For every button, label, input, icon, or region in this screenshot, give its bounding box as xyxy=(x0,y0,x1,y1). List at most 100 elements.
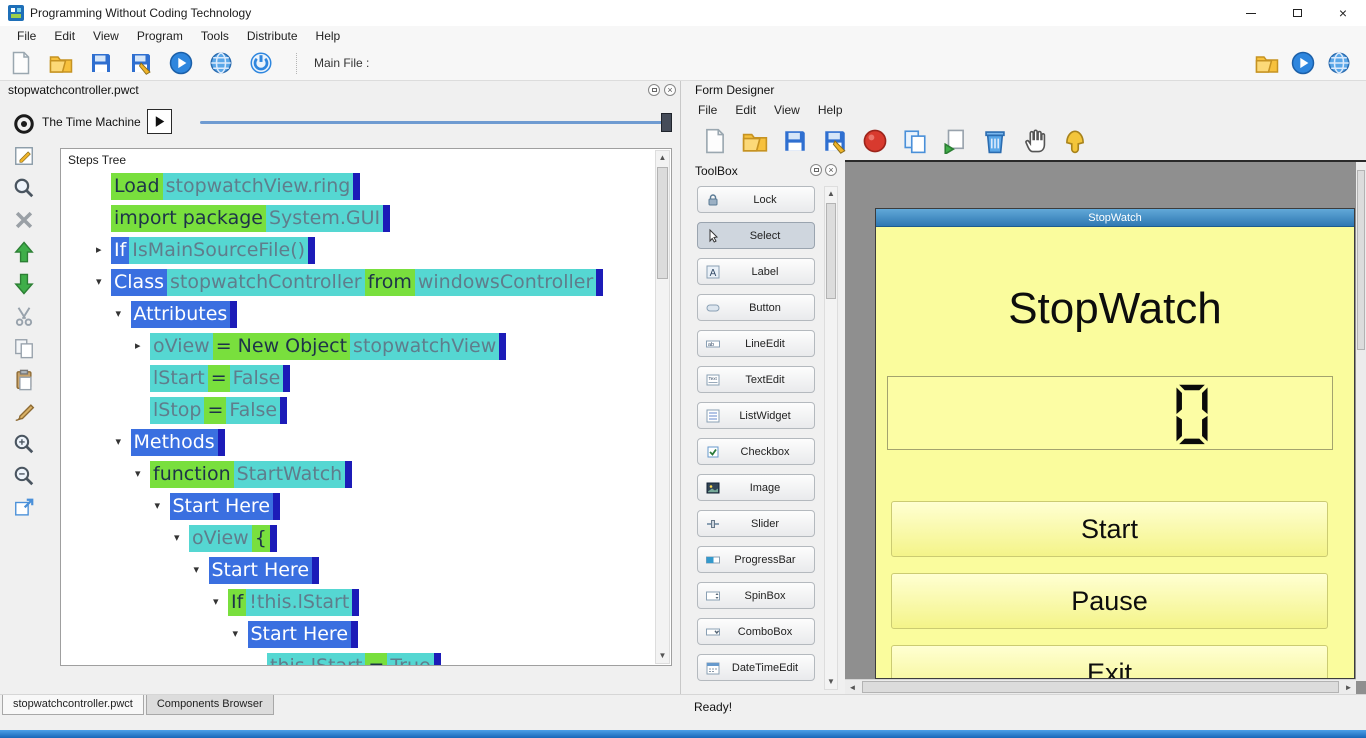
tab-stopwatchcontroller-pwct[interactable]: stopwatchcontroller.pwct xyxy=(2,695,144,715)
scroll-up-icon[interactable]: ▲ xyxy=(656,151,669,165)
float-toolbox-button[interactable] xyxy=(810,164,822,176)
toolbox-item-lock[interactable]: Lock xyxy=(697,186,815,213)
delete-icon[interactable] xyxy=(10,207,38,233)
collapse-arrow-icon[interactable]: ▾ xyxy=(194,563,200,576)
globe-icon[interactable] xyxy=(208,50,234,76)
menu-help[interactable]: Help xyxy=(307,26,350,46)
form-heading-label[interactable]: StopWatch xyxy=(876,284,1354,334)
fd-menu-view[interactable]: View xyxy=(765,100,809,120)
toolbox-item-combobox[interactable]: ComboBox xyxy=(697,618,815,645)
toolbox-item-label[interactable]: ALabel xyxy=(697,258,815,285)
paste-page-icon[interactable] xyxy=(941,127,969,155)
collapse-arrow-icon[interactable]: ▾ xyxy=(116,307,122,320)
toolbox-item-slider[interactable]: Slider xyxy=(697,510,815,537)
save-icon[interactable] xyxy=(781,127,809,155)
collapse-arrow-icon[interactable]: ▾ xyxy=(174,531,180,544)
scrollbar-thumb[interactable] xyxy=(862,681,1339,693)
steps-tree-scrollbar[interactable]: ▲ ▼ xyxy=(655,150,670,664)
tree-row[interactable]: Load stopwatchView.ring xyxy=(111,173,360,200)
menu-program[interactable]: Program xyxy=(128,26,192,46)
hand-icon[interactable] xyxy=(1021,127,1049,155)
edit-icon[interactable] xyxy=(10,143,38,169)
form-button-start[interactable]: Start xyxy=(891,501,1328,557)
menu-tools[interactable]: Tools xyxy=(192,26,238,46)
scrollbar-thumb[interactable] xyxy=(826,203,836,299)
tree-row[interactable]: ▾Methods xyxy=(131,429,225,456)
collapse-arrow-icon[interactable]: ▾ xyxy=(213,595,219,608)
fd-menu-file[interactable]: File xyxy=(689,100,726,120)
toolbox-item-spinbox[interactable]: SpinBox xyxy=(697,582,815,609)
save-as-icon[interactable] xyxy=(821,127,849,155)
design-area[interactable]: StopWatch StopWatch 0 xyxy=(845,160,1366,694)
open-folder-icon[interactable] xyxy=(48,50,74,76)
tree-row[interactable]: ▾Start Here xyxy=(248,621,359,648)
collapse-arrow-icon[interactable]: ▾ xyxy=(233,627,239,640)
close-toolbox-button[interactable]: × xyxy=(825,164,837,176)
close-panel-button[interactable]: × xyxy=(664,84,676,96)
paste-icon[interactable] xyxy=(10,367,38,393)
run-icon[interactable] xyxy=(168,50,194,76)
toolbox-item-checkbox[interactable]: Checkbox xyxy=(697,438,815,465)
form-button-exit[interactable]: Exit xyxy=(891,645,1328,678)
form-button-pause[interactable]: Pause xyxy=(891,573,1328,629)
time-machine-slider[interactable] xyxy=(200,113,672,132)
run-icon[interactable] xyxy=(1290,50,1316,76)
toolbox-item-progressbar[interactable]: ProgressBar xyxy=(697,546,815,573)
collapse-arrow-icon[interactable]: ▾ xyxy=(116,435,122,448)
fd-menu-help[interactable]: Help xyxy=(809,100,852,120)
tree-row[interactable]: ▸If IsMainSourceFile() xyxy=(111,237,315,264)
toolbox-item-image[interactable]: Image xyxy=(697,474,815,501)
move-up-icon[interactable] xyxy=(10,239,38,265)
save-as-icon[interactable] xyxy=(128,50,154,76)
zoom-out-icon[interactable] xyxy=(10,463,38,489)
tree-row[interactable]: ▾If !this.lStart xyxy=(228,589,359,616)
time-machine-play-button[interactable] xyxy=(147,109,172,134)
save-icon[interactable] xyxy=(88,50,114,76)
fd-menu-edit[interactable]: Edit xyxy=(726,100,765,120)
trash-icon[interactable] xyxy=(981,127,1009,155)
design-horizontal-scrollbar[interactable]: ◄ ► xyxy=(845,679,1356,694)
scroll-down-icon[interactable]: ▼ xyxy=(656,649,669,663)
move-down-icon[interactable] xyxy=(10,271,38,297)
brush-icon[interactable] xyxy=(10,399,38,425)
target-icon[interactable] xyxy=(10,111,38,137)
toolbox-item-button[interactable]: Button xyxy=(697,294,815,321)
toolbox-scrollbar[interactable]: ▲ ▼ xyxy=(824,186,838,690)
toolbox-item-textedit[interactable]: TextTextEdit xyxy=(697,366,815,393)
tree-row[interactable]: import package System.GUI xyxy=(111,205,390,232)
power-icon[interactable] xyxy=(248,50,274,76)
maximize-button[interactable] xyxy=(1274,0,1320,26)
tree-row[interactable]: lStop = False xyxy=(150,397,287,424)
design-vertical-scrollbar[interactable] xyxy=(1356,162,1366,681)
copy-icon[interactable] xyxy=(10,335,38,361)
menu-edit[interactable]: Edit xyxy=(45,26,84,46)
close-button[interactable]: × xyxy=(1320,0,1366,26)
scroll-up-icon[interactable]: ▲ xyxy=(825,187,837,201)
lcd-display[interactable]: 0 xyxy=(887,376,1333,450)
float-panel-button[interactable] xyxy=(648,84,660,96)
new-file-icon[interactable] xyxy=(701,127,729,155)
cut-icon[interactable] xyxy=(10,303,38,329)
toolbox-item-listwidget[interactable]: ListWidget xyxy=(697,402,815,429)
menu-file[interactable]: File xyxy=(8,26,45,46)
tree-row[interactable]: ▾function StartWatch xyxy=(150,461,352,488)
tree-row[interactable]: ▾Attributes xyxy=(131,301,238,328)
menu-distribute[interactable]: Distribute xyxy=(238,26,307,46)
zoom-in-icon[interactable] xyxy=(10,431,38,457)
collapse-arrow-icon[interactable]: ▾ xyxy=(155,499,161,512)
tree-row[interactable]: ▾Start Here xyxy=(170,493,281,520)
tree-row[interactable]: ▾Start Here xyxy=(209,557,320,584)
toolbox-item-datetimeedit[interactable]: DateTimeEdit xyxy=(697,654,815,681)
scrollbar-thumb[interactable] xyxy=(1357,170,1365,350)
copy-pages-icon[interactable] xyxy=(901,127,929,155)
open-folder-icon[interactable] xyxy=(741,127,769,155)
tree-row[interactable]: ▾oView { xyxy=(189,525,277,552)
expand-arrow-icon[interactable]: ▸ xyxy=(96,243,102,256)
tree-row[interactable]: this.lStart = True xyxy=(267,653,441,666)
export-icon[interactable] xyxy=(10,495,38,521)
collapse-arrow-icon[interactable]: ▾ xyxy=(96,275,102,288)
tree-row[interactable]: ▸oView = New Object stopwatchView xyxy=(150,333,506,360)
globe-icon[interactable] xyxy=(1326,50,1352,76)
tree-row[interactable]: ▾Class stopwatchController from windowsC… xyxy=(111,269,603,296)
new-file-icon[interactable] xyxy=(8,50,34,76)
